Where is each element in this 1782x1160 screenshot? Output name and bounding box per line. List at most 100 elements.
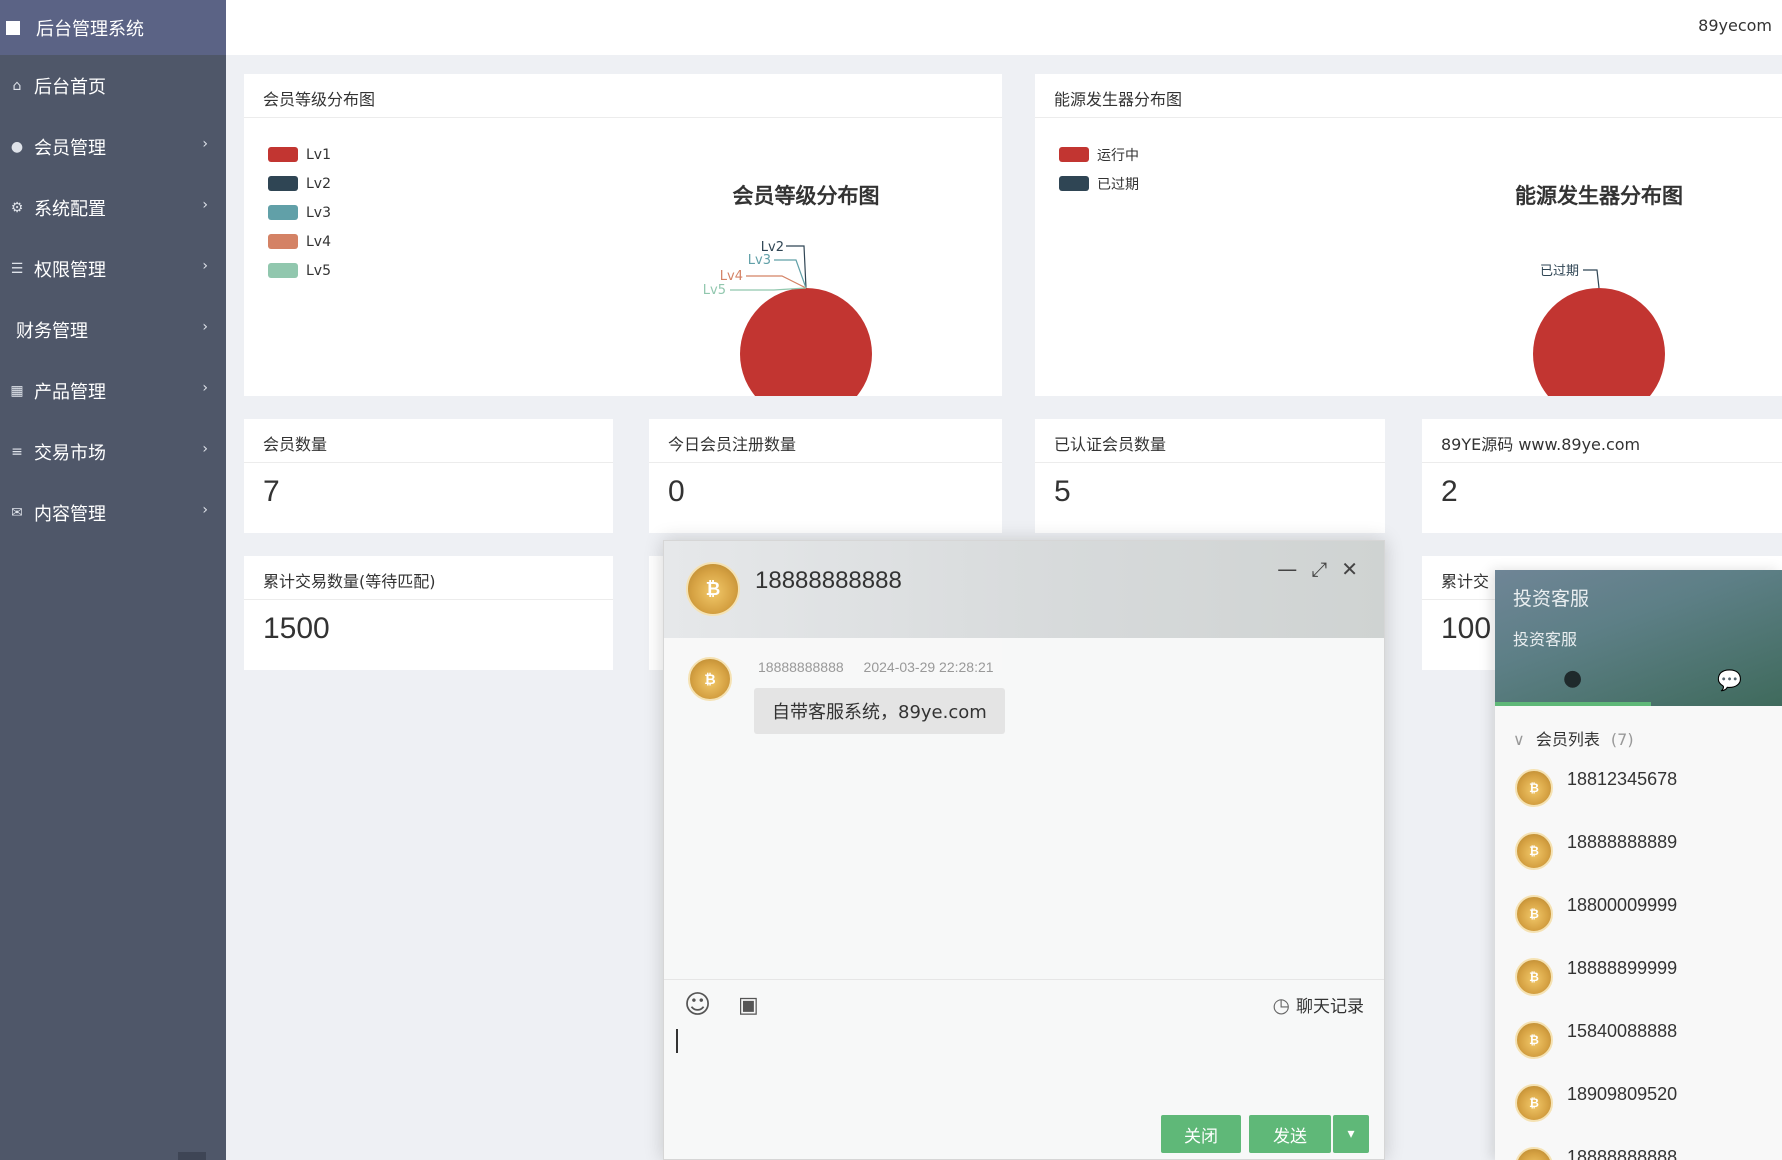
stat-card-site: 89YE源码 www.89ye.com 2 xyxy=(1422,419,1782,533)
energy-generator-chart-panel: 能源发生器分布图 运行中已过期 能源发生器分布图已过期运行中 xyxy=(1035,74,1782,396)
member-level-chart-panel: 会员等级分布图 Lv1 Lv2 Lv3 Lv4 Lv5 会员等级分布图 Lv2 Lv3 Lv4… xyxy=(244,74,1002,396)
slice-label: Lv4 xyxy=(720,269,743,284)
member-list-item[interactable]: ₿ 15840088888 xyxy=(1495,1008,1782,1071)
gear-icon: ⚙ xyxy=(10,199,24,216)
member-group-header[interactable]: ∨ 会员列表 (7) xyxy=(1495,706,1782,750)
message-meta: 18888888888 2024-03-29 22:28:21 xyxy=(758,659,1010,675)
sidebar-item-label: 交易市场 xyxy=(34,442,106,464)
member-list-item[interactable]: ₿ 18888888888 xyxy=(1495,1134,1782,1160)
stat-label: 累计交易数量(等待匹配) xyxy=(244,556,613,600)
active-tab-indicator xyxy=(1495,702,1651,706)
member-name: 18800009999 xyxy=(1567,895,1678,915)
stat-value: 2 xyxy=(1441,475,1458,508)
sidebar-item-label: 系统配置 xyxy=(34,198,106,220)
brand-title: 后台管理系统 xyxy=(36,18,144,40)
member-avatar: ₿ xyxy=(1515,1020,1553,1059)
close-chat-button[interactable]: 关闭 xyxy=(1161,1115,1241,1153)
message-avatar: ₿ xyxy=(688,657,732,701)
sidebar-item[interactable]: ☰ 权限管理 › xyxy=(0,238,226,299)
chevron-right-icon: › xyxy=(202,502,208,518)
sidebar-item[interactable]: ≡ 交易市场 › xyxy=(0,421,226,482)
member-panel-header: 投资客服 投资客服 ● 💬 xyxy=(1495,570,1782,706)
slice-label: Lv3 xyxy=(748,253,771,268)
chat-header[interactable]: ₿ 18888888888 — ⤢ ✕ xyxy=(664,541,1384,638)
stat-label: 已认证会员数量 xyxy=(1035,419,1385,463)
member-list-item[interactable]: ₿ 18888899999 xyxy=(1495,945,1782,1008)
stat-value: 7 xyxy=(263,475,280,508)
sidebar-item[interactable]: ▦ 产品管理 › xyxy=(0,360,226,421)
sidebar-item[interactable]: ⌂ 后台首页 xyxy=(0,55,226,116)
list-icon: ☰ xyxy=(10,260,24,277)
minimize-icon[interactable]: — xyxy=(1277,557,1297,581)
member-level-pie-chart: 会员等级分布图Lv2Lv3Lv4Lv5Lv1 xyxy=(703,184,880,396)
chevron-right-icon: › xyxy=(202,136,208,152)
member-list-item[interactable]: ₿ 18812345678 xyxy=(1495,756,1782,819)
leader-line xyxy=(786,245,807,289)
menu-icon: ≡ xyxy=(11,443,23,460)
stat-value: 0 xyxy=(668,475,685,508)
user-icon: ● xyxy=(10,138,24,155)
member-list-item[interactable]: ₿ 18800009999 xyxy=(1495,882,1782,945)
member-list: ₿ 18812345678 ₿ 18888888889 ₿ 18800009999 ₿ 188… xyxy=(1495,756,1782,1160)
sidebar-scroll-handle[interactable] xyxy=(178,1152,206,1160)
sidebar-item-label: 内容管理 xyxy=(34,503,106,525)
message-input-caret[interactable] xyxy=(676,1029,678,1053)
sidebar: 后台管理系统 ⌂ 后台首页 ● 会员管理 › ⚙ 系统配置 › ☰ 权限管理 › 财务管理 › ▦ 产品管理… xyxy=(0,0,226,1160)
sidebar-item[interactable]: ✉ 内容管理 › xyxy=(0,482,226,543)
chevron-down-icon: ∨ xyxy=(1513,730,1525,749)
member-list-item[interactable]: ₿ 18909809520 xyxy=(1495,1071,1782,1134)
send-button[interactable]: 发送 xyxy=(1249,1115,1331,1153)
member-panel: 投资客服 投资客服 ● 💬 ∨ 会员列表 (7) ₿ 18812345678 ₿ 18… xyxy=(1495,570,1782,1160)
stat-card-member-count: 会员数量 7 xyxy=(244,419,613,533)
sidebar-item[interactable]: ● 会员管理 › xyxy=(0,116,226,177)
envelope-icon: ✉ xyxy=(11,504,23,521)
maximize-icon[interactable]: ⤢ xyxy=(1311,557,1327,581)
stat-card-today-registrations: 今日会员注册数量 0 xyxy=(649,419,1002,533)
sidebar-item[interactable]: 财务管理 › xyxy=(0,299,226,360)
member-avatar: ₿ xyxy=(1515,894,1553,933)
close-icon[interactable]: ✕ xyxy=(1341,557,1358,581)
stat-card-trade-pending: 累计交易数量(等待匹配) 1500 xyxy=(244,556,613,670)
group-count: (7) xyxy=(1610,730,1634,749)
member-list-item[interactable]: ₿ 18888888889 xyxy=(1495,819,1782,882)
chat-history-link[interactable]: ◷ 聊天记录 xyxy=(1273,992,1364,1018)
energy-generator-pie-chart: 能源发生器分布图已过期运行中 xyxy=(1515,184,1683,396)
stat-label: 会员数量 xyxy=(244,419,613,463)
sidebar-item-label: 权限管理 xyxy=(34,259,106,281)
slice-label: Lv5 xyxy=(703,283,726,298)
chart-title: 会员等级分布图 xyxy=(733,184,880,208)
member-avatar: ₿ xyxy=(1515,957,1553,996)
member-avatar: ₿ xyxy=(1515,1083,1553,1122)
leader-line xyxy=(774,259,807,289)
panel-title: 能源发生器分布图 xyxy=(1035,74,1782,118)
sidebar-item-label: 产品管理 xyxy=(34,381,106,403)
member-name: 18888888889 xyxy=(1567,832,1678,852)
member-name: 18812345678 xyxy=(1567,769,1678,789)
chevron-right-icon: › xyxy=(202,441,208,457)
stat-label: 89YE源码 www.89ye.com xyxy=(1422,419,1782,463)
send-options-button[interactable]: ▾ xyxy=(1333,1115,1369,1153)
slice-label: 已过期 xyxy=(1540,264,1579,279)
member-name: 15840088888 xyxy=(1567,1021,1678,1041)
sidebar-item[interactable]: ⚙ 系统配置 › xyxy=(0,177,226,238)
chevron-right-icon: › xyxy=(202,258,208,274)
panel-title: 会员等级分布图 xyxy=(244,74,1002,118)
leader-line xyxy=(1583,269,1600,289)
user-tab-icon[interactable]: ● xyxy=(1563,666,1582,691)
brand[interactable]: 后台管理系统 xyxy=(0,0,226,55)
top-bar: 89yecom xyxy=(226,0,1782,55)
chat-tab-icon[interactable]: 💬 xyxy=(1717,668,1742,692)
emoji-icon[interactable]: ☺ xyxy=(684,990,711,1020)
image-icon[interactable]: ▣ xyxy=(738,993,759,1018)
home-icon: ⌂ xyxy=(12,77,22,94)
member-panel-subtitle: 投资客服 xyxy=(1513,630,1578,649)
sidebar-item-label: 会员管理 xyxy=(34,137,106,159)
member-panel-title: 投资客服 xyxy=(1513,588,1590,610)
leader-line xyxy=(746,275,807,289)
sidebar-nav: ⌂ 后台首页 ● 会员管理 › ⚙ 系统配置 › ☰ 权限管理 › 财务管理 › ▦ 产品管理 › ≡ 交易市场 ›… xyxy=(0,55,226,543)
chat-toolbar: ☺ ▣ ◷ 聊天记录 xyxy=(664,979,1384,1029)
stat-value: 5 xyxy=(1054,475,1071,508)
chat-avatar: ₿ xyxy=(686,562,740,616)
current-user[interactable]: 89yecom xyxy=(1698,16,1772,35)
message-sender: 18888888888 xyxy=(758,659,844,675)
